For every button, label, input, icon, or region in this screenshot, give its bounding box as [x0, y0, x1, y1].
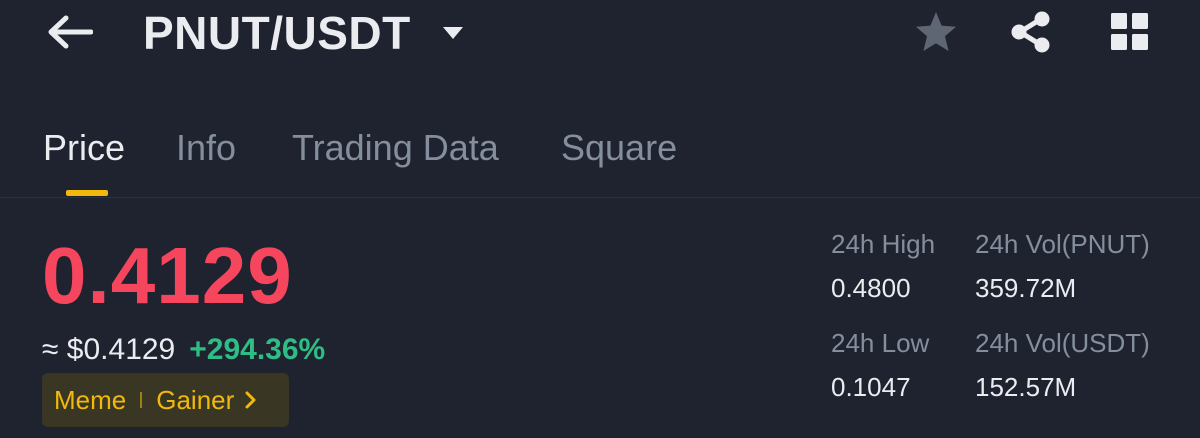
vol-quote-24h-label: 24h Vol(USDT)	[975, 328, 1150, 358]
tab-square[interactable]: Square	[561, 126, 677, 170]
fiat-price: ≈ $0.4129	[42, 333, 176, 366]
tag-meme[interactable]: Meme	[54, 384, 126, 416]
layout-button[interactable]	[1106, 8, 1154, 56]
tag-group[interactable]: Meme Gainer	[42, 373, 289, 427]
share-button[interactable]	[1007, 8, 1055, 56]
price-change-percent: +294.36%	[189, 333, 326, 366]
vol-base-24h-label: 24h Vol(PNUT)	[975, 229, 1150, 259]
chevron-right-icon[interactable]	[244, 390, 258, 410]
high-24h-label: 24h High	[831, 229, 936, 259]
back-button[interactable]	[44, 10, 96, 54]
pair-title: PNUT/USDT	[143, 7, 411, 59]
high-24h-value: 0.4800	[831, 273, 911, 303]
tab-price[interactable]: Price	[43, 126, 125, 170]
grid-icon	[1111, 13, 1148, 50]
low-24h-label: 24h Low	[831, 328, 930, 358]
arrow-left-icon	[48, 15, 93, 49]
divider	[0, 197, 1200, 198]
favorite-button[interactable]	[912, 8, 960, 56]
tag-separator	[140, 392, 143, 408]
last-price: 0.4129	[42, 231, 293, 320]
pair-selector[interactable]: PNUT/USDT	[143, 6, 465, 60]
caret-down-icon	[441, 21, 465, 45]
top-bar: PNUT/USDT	[0, 0, 1200, 70]
tag-gainer[interactable]: Gainer	[156, 384, 234, 416]
price-subline: ≈ $0.4129 +294.36%	[42, 330, 325, 370]
tab-bar: Price Info Trading Data Square	[0, 120, 1200, 198]
star-icon	[916, 12, 956, 51]
low-24h-value: 0.1047	[831, 372, 911, 402]
tab-trading-data[interactable]: Trading Data	[292, 126, 499, 170]
tab-info[interactable]: Info	[176, 126, 236, 170]
vol-quote-24h-value: 152.57M	[975, 372, 1077, 402]
share-icon	[1011, 11, 1050, 53]
vol-base-24h-value: 359.72M	[975, 273, 1077, 303]
active-tab-indicator	[66, 190, 108, 196]
